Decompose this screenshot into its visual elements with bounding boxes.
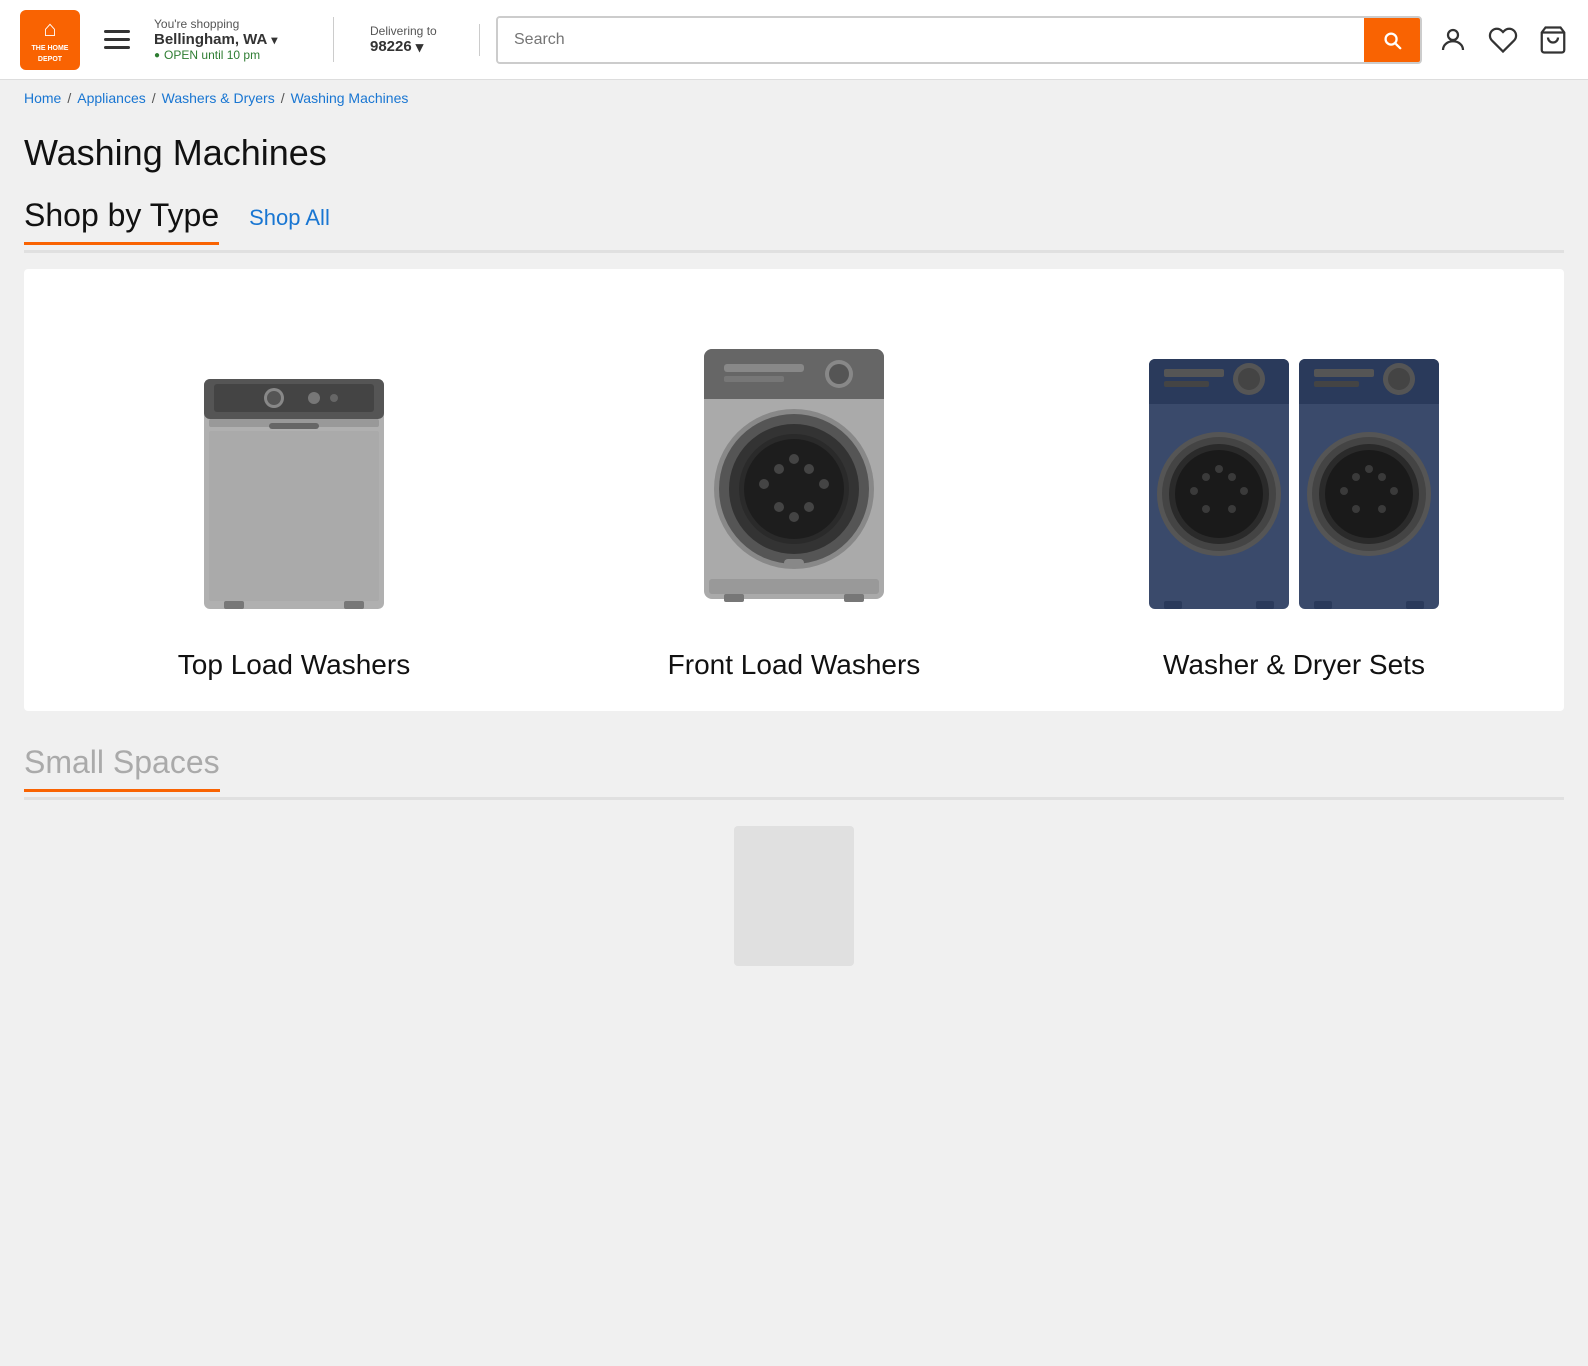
search-input[interactable]: [498, 18, 1364, 62]
wishlist-icon[interactable]: [1488, 25, 1518, 55]
search-bar: [496, 16, 1422, 64]
front-load-label: Front Load Washers: [668, 649, 921, 681]
small-spaces-content: [24, 816, 1564, 976]
breadcrumb-current: Washing Machines: [291, 90, 409, 106]
logo-house-icon: ⌂: [32, 16, 69, 42]
front-load-washer-illustration: [684, 319, 904, 619]
top-load-image: [54, 309, 534, 629]
breadcrumb-washers-dryers[interactable]: Washers & Dryers: [162, 90, 275, 106]
shop-all-link[interactable]: Shop All: [249, 205, 330, 231]
shop-by-type-section: Shop by Type Shop All: [24, 194, 1564, 711]
small-spaces-section: Small Spaces: [24, 741, 1564, 976]
front-load-image: [554, 309, 1034, 629]
product-cards-container: Top Load Washers: [24, 269, 1564, 711]
shopping-for-label: You're shopping: [154, 17, 313, 31]
store-name[interactable]: Bellingham, WA ▾: [154, 31, 313, 48]
breadcrumb-separator: /: [152, 90, 156, 106]
hamburger-line: [104, 30, 130, 33]
breadcrumb-appliances[interactable]: Appliances: [77, 90, 146, 106]
site-header: ⌂ THE HOMEDEPOT You're shopping Bellingh…: [0, 0, 1588, 80]
store-name-text: Bellingham, WA: [154, 31, 267, 48]
delivering-to-label: Delivering to: [370, 24, 459, 38]
washer-dryer-image: [1054, 309, 1534, 629]
breadcrumb: Home / Appliances / Washers & Dryers / W…: [0, 80, 1588, 116]
section-title: Shop by Type: [24, 197, 219, 245]
section-header: Shop by Type Shop All: [24, 194, 1564, 253]
account-icon[interactable]: [1438, 25, 1468, 55]
breadcrumb-separator: /: [281, 90, 285, 106]
product-card-washer-dryer-sets[interactable]: Washer & Dryer Sets: [1044, 299, 1544, 691]
zip-chevron-icon: ▾: [416, 38, 424, 56]
washer-dryer-label: Washer & Dryer Sets: [1163, 649, 1425, 681]
cart-icon[interactable]: [1538, 25, 1568, 55]
delivery-info: Delivering to 98226 ▾: [350, 24, 480, 56]
top-load-washer-illustration: [184, 319, 404, 619]
zip-code-text: 98226: [370, 38, 412, 55]
search-icon: [1381, 29, 1403, 51]
open-status: OPEN until 10 pm: [154, 48, 313, 62]
store-chevron-icon: ▾: [271, 33, 277, 47]
store-info: You're shopping Bellingham, WA ▾ OPEN un…: [154, 17, 334, 62]
logo-text: THE HOMEDEPOT: [32, 45, 69, 63]
breadcrumb-separator: /: [67, 90, 71, 106]
home-depot-logo[interactable]: ⌂ THE HOMEDEPOT: [20, 10, 80, 70]
main-content: Shop by Type Shop All: [0, 194, 1588, 1006]
washer-dryer-set-illustration: [1144, 319, 1444, 619]
hamburger-line: [104, 46, 130, 49]
product-card-top-load[interactable]: Top Load Washers: [44, 299, 544, 691]
breadcrumb-home[interactable]: Home: [24, 90, 61, 106]
search-button[interactable]: [1364, 18, 1420, 62]
small-spaces-header: Small Spaces: [24, 741, 1564, 800]
small-spaces-title: Small Spaces: [24, 744, 220, 792]
small-appliance-placeholder: [734, 826, 854, 966]
hamburger-line: [104, 38, 130, 41]
page-title-section: Washing Machines: [0, 116, 1588, 194]
header-icons: [1438, 25, 1568, 55]
product-card-front-load[interactable]: Front Load Washers: [544, 299, 1044, 691]
hamburger-menu-button[interactable]: [96, 22, 138, 57]
top-load-label: Top Load Washers: [178, 649, 410, 681]
zip-code[interactable]: 98226 ▾: [370, 38, 459, 56]
page-title: Washing Machines: [24, 132, 1564, 174]
